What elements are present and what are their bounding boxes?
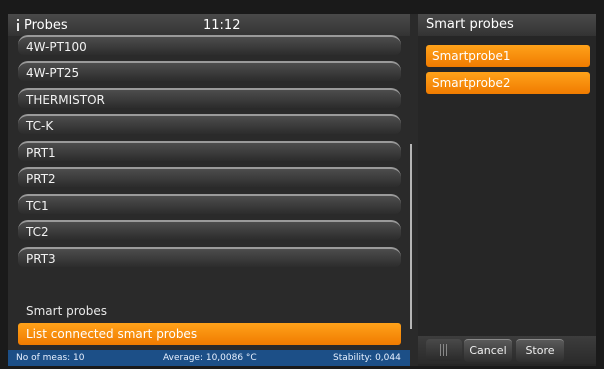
probe-item-tc1[interactable]: TC1 xyxy=(18,194,401,214)
page-title: Probes xyxy=(24,18,68,33)
probe-item-tc2[interactable]: TC2 xyxy=(18,220,401,240)
probe-item-prt3[interactable]: PRT3 xyxy=(18,247,401,267)
smartprobe-item-2[interactable]: Smartprobe2 xyxy=(426,72,590,94)
grip-icon[interactable] xyxy=(426,339,462,361)
section-label-smart-probes: Smart probes xyxy=(26,304,107,318)
probe-item-thermistor[interactable]: THERMISTOR xyxy=(18,88,401,108)
smart-probes-title: Smart probes xyxy=(418,14,596,36)
probe-item-prt2[interactable]: PRT2 xyxy=(18,167,401,187)
smartprobe-item-1[interactable]: Smartprobe1 xyxy=(426,45,590,67)
probe-item-prt1[interactable]: PRT1 xyxy=(18,141,401,161)
probe-item-tc-k[interactable]: TC-K xyxy=(18,114,401,134)
button-bar: Cancel Store xyxy=(418,336,596,364)
cancel-button[interactable]: Cancel xyxy=(464,339,512,362)
info-icon xyxy=(16,19,20,31)
probe-list: 4W-PT100 4W-PT25 THERMISTOR TC-K PRT1 PR… xyxy=(8,35,410,333)
smart-probes-panel: Smart probes Smartprobe1 Smartprobe2 Can… xyxy=(418,14,596,366)
store-button[interactable]: Store xyxy=(516,339,564,362)
clock: 11:12 xyxy=(203,18,241,33)
probe-item-4w-pt100[interactable]: 4W-PT100 xyxy=(18,35,401,55)
probe-item-4w-pt25[interactable]: 4W-PT25 xyxy=(18,61,401,81)
list-smart-probes-button[interactable]: List connected smart probes xyxy=(18,323,401,345)
status-stability: Stability: 0,044 xyxy=(333,353,401,363)
list-scrollbar[interactable] xyxy=(410,144,412,329)
status-meas-count: No of meas: 10 xyxy=(16,353,85,363)
status-bar: No of meas: 10 Average: 10,0086 °C Stabi… xyxy=(8,350,410,366)
probes-panel: Probes 11:12 4W-PT100 4W-PT25 THERMISTOR… xyxy=(8,14,412,366)
probes-titlebar: Probes 11:12 xyxy=(8,14,410,36)
status-average: Average: 10,0086 °C xyxy=(163,353,257,363)
